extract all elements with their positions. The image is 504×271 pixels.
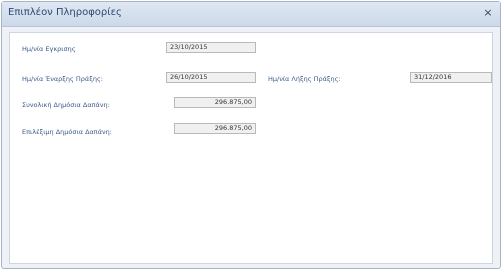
approval-date-field: 23/10/2015: [166, 42, 256, 53]
eligible-public-expenditure-label: Επιλέξιμη Δημόσια Δαπάνη:: [22, 128, 112, 136]
close-icon[interactable]: ×: [482, 7, 494, 19]
start-date-field: 26/10/2015: [166, 72, 256, 83]
end-date-field: 31/12/2016: [410, 72, 492, 83]
dialog-title: Επιπλέον Πληροφορίες: [8, 7, 122, 18]
info-dialog: Επιπλέον Πληροφορίες × Ημ/νία Εγκρισης 2…: [1, 1, 501, 269]
total-public-expenditure-field: 296.875,00: [174, 97, 256, 108]
approval-date-label: Ημ/νία Εγκρισης: [22, 45, 76, 53]
dialog-content: Ημ/νία Εγκρισης 23/10/2015 Ημ/νία Έναρξη…: [9, 32, 493, 264]
end-date-label: Ημ/νία Λήξης Πράξης:: [268, 75, 341, 83]
start-date-label: Ημ/νία Έναρξης Πράξης:: [22, 75, 103, 83]
eligible-public-expenditure-field: 296.875,00: [174, 123, 256, 134]
total-public-expenditure-label: Συνολική Δημόσια Δαπάνη:: [22, 101, 110, 109]
dialog-titlebar[interactable]: Επιπλέον Πληροφορίες ×: [2, 2, 500, 27]
